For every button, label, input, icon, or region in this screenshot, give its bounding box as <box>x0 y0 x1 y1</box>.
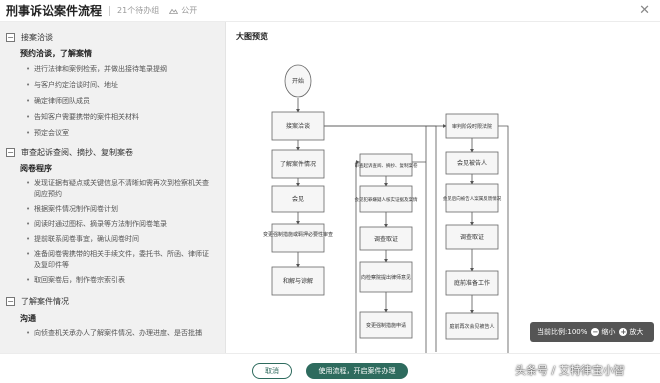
page-title: 刑事诉讼案件流程 <box>6 4 103 18</box>
task-item: 根据案件情况制作阅卷计划 <box>0 204 210 215</box>
flowchart: 开始 接案洽谈 了解案件情况 会见 变更强制措施或羁押必要性审查 和解与谅解 审… <box>263 64 509 353</box>
section-header[interactable]: − 了解案件情况 <box>0 296 225 307</box>
flow-node: 会见被告人 <box>445 151 499 175</box>
section-label: 审查起诉查阅、摘抄、复制案卷 <box>21 148 133 157</box>
collapse-icon[interactable]: − <box>6 297 15 306</box>
svg-text:向检察院提出律师意见: 向检察院提出律师意见 <box>361 274 411 281</box>
task-item: 预定会议室 <box>0 128 167 139</box>
zoom-label: 当前比例:100% <box>537 328 588 336</box>
flow-node: 和解与谅解 <box>271 266 325 296</box>
collapse-icon[interactable]: − <box>6 148 15 157</box>
cancel-button[interactable]: 取消 <box>252 363 292 379</box>
svg-text:调查取证: 调查取证 <box>374 235 398 243</box>
svg-text:审查起诉查阅、摘抄、复制案卷: 审查起诉查阅、摘抄、复制案卷 <box>355 162 418 169</box>
zoom-out-button[interactable]: − 缩小 <box>591 327 615 337</box>
divider <box>109 5 111 16</box>
collapse-icon[interactable]: − <box>6 33 15 42</box>
flow-node-start: 开始 <box>284 64 312 98</box>
svg-text:了解案件情况: 了解案件情况 <box>280 160 316 168</box>
task-item: 准备阅卷需携带的相关手续文件，委托书、所函、律师证及复印件等 <box>0 249 210 271</box>
task-item: 向侦查机关承办人了解案件情况、办理进度、是否批捕 <box>0 328 210 339</box>
visibility-label: 公开 <box>169 5 197 16</box>
task-item: 取回案卷后，制作卷宗索引表 <box>0 275 210 286</box>
flow-node: 会见后向被告人案属反馈情况 <box>443 183 502 213</box>
close-icon[interactable]: ✕ <box>639 3 650 18</box>
visibility-text: 公开 <box>181 6 198 15</box>
flow-node: 变更强制措施或羁押必要性审查 <box>263 223 333 253</box>
task-item: 与客户约定洽谈时间、地址 <box>0 80 167 91</box>
flow-node: 会见犯罪嫌疑人核实证据及案情 <box>355 185 418 213</box>
flow-node: 审判阶段时限法院 <box>445 113 499 139</box>
flow-node: 调查取证 <box>359 226 413 251</box>
flow-node: 变更强制措施申请 <box>359 311 413 339</box>
svg-text:会见: 会见 <box>292 195 304 203</box>
svg-text:会见被告人: 会见被告人 <box>457 159 487 167</box>
svg-text:调查取证: 调查取证 <box>460 233 484 241</box>
task-item: 进行法律和案例检索，并做出接待笔录提纲 <box>0 64 167 75</box>
section-header[interactable]: − 接案洽谈 <box>0 32 167 43</box>
svg-text:会见后向被告人案属反馈情况: 会见后向被告人案属反馈情况 <box>443 195 502 202</box>
flow-node: 审查起诉查阅、摘抄、复制案卷 <box>355 153 418 177</box>
task-item: 确定律师团队成员 <box>0 96 167 107</box>
task-item: 告知客户需要携带的案件相关材料 <box>0 112 167 123</box>
section-label: 接案洽谈 <box>21 33 53 42</box>
svg-text:和解与谅解: 和解与谅解 <box>283 277 313 285</box>
footer-bar: 取消 使用流程，开启案件办理 头条号 / 艾特律宝小智 <box>0 353 660 383</box>
svg-text:会见犯罪嫌疑人核实证据及案情: 会见犯罪嫌疑人核实证据及案情 <box>355 196 418 203</box>
todo-count: 21个待办组 <box>117 6 160 15</box>
process-outline: −接案洽谈 预约洽谈，了解案情 进行法律和案例检索，并做出接待笔录提纲 与客户约… <box>0 22 226 353</box>
zoom-control: 当前比例:100% − 缩小 + 放大 <box>530 322 654 342</box>
flow-node: 接案洽谈 <box>271 111 325 141</box>
task-item: 发现证据有疑点或关键信息不清晰如需再次到检察机关查阅应预约 <box>0 178 210 200</box>
task-item: 提前联系阅卷事宜，确认阅卷时间 <box>0 234 210 245</box>
svg-text:接案洽谈: 接案洽谈 <box>286 122 310 130</box>
flow-node: 调查取证 <box>445 224 499 250</box>
flow-node: 会见 <box>271 185 325 213</box>
flow-node: 了解案件情况 <box>271 149 325 179</box>
preview-panel: 大图预览 开始 接案洽谈 了解案件情况 会见 变更强制措施或羁押必要性审查 和解… <box>226 22 660 353</box>
title-bar: 刑事诉讼案件流程 21个待办组 公开 ✕ <box>0 0 660 22</box>
svg-text:庭前再次会见被告人: 庭前再次会见被告人 <box>449 323 494 330</box>
flow-node: 庭前准备工作 <box>445 270 499 296</box>
svg-text:庭前准备工作: 庭前准备工作 <box>454 279 490 287</box>
plus-icon: + <box>619 328 628 336</box>
use-process-button[interactable]: 使用流程，开启案件办理 <box>306 363 408 379</box>
flow-node: 向检察院提出律师意见 <box>359 261 413 293</box>
svg-text:变更强制措施申请: 变更强制措施申请 <box>366 322 406 329</box>
svg-text:审判阶段时限法院: 审判阶段时限法院 <box>452 123 492 130</box>
flow-node: 庭前再次会见被告人 <box>445 312 499 340</box>
zoom-in-button[interactable]: + 放大 <box>619 327 643 337</box>
stage-subtitle: 预约洽谈，了解案情 <box>20 49 92 58</box>
public-icon <box>169 8 179 14</box>
stage-subtitle: 沟通 <box>20 314 36 323</box>
section-label: 了解案件情况 <box>21 297 69 306</box>
watermark: 头条号 / 艾特律宝小智 <box>515 364 625 377</box>
svg-text:变更强制措施或羁押必要性审查: 变更强制措施或羁押必要性审查 <box>263 231 333 238</box>
minus-icon: − <box>591 328 600 336</box>
section-header[interactable]: − 审查起诉查阅、摘抄、复制案卷 <box>0 147 225 158</box>
task-item: 阅读时通过图标、摘录等方法制作阅卷笔录 <box>0 219 210 230</box>
svg-text:开始: 开始 <box>292 77 304 85</box>
stage-subtitle: 阅卷程序 <box>20 164 52 173</box>
